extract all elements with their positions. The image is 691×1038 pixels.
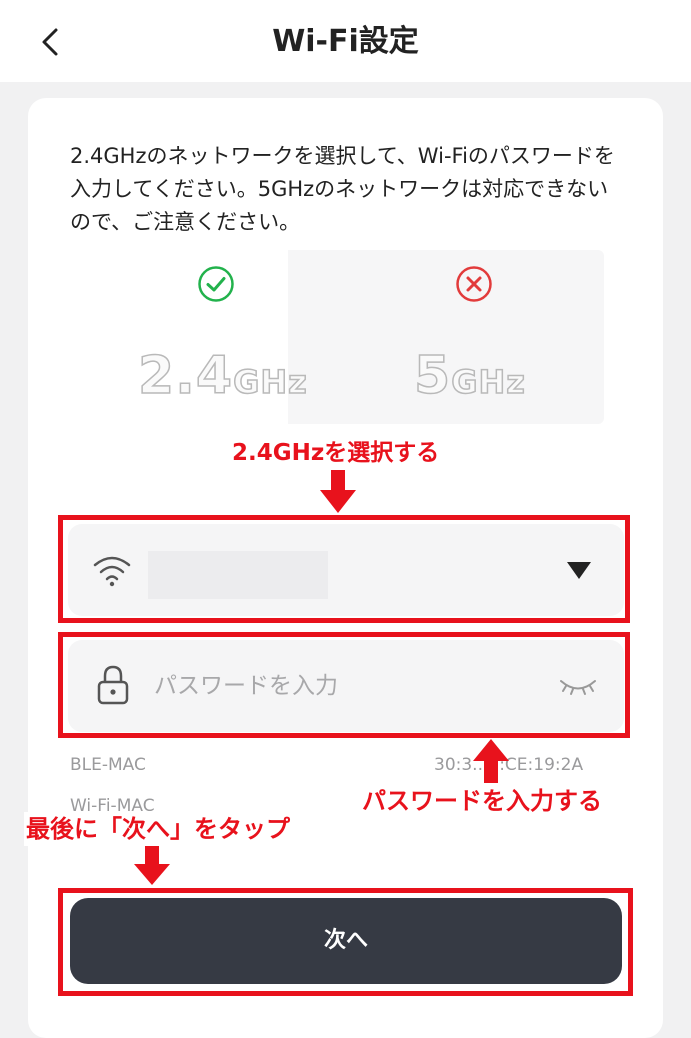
ble-mac-label: BLE-MAC [70,755,146,775]
freq-5ghz-label: 5GHz [413,345,526,407]
annotation-password: パスワードを入力する [360,784,604,818]
arrow-down-icon [134,846,170,885]
check-circle-icon [198,266,234,302]
annotation-select: 2.4GHzを選択する [232,440,440,466]
page-title: Wi-Fi設定 [272,24,419,59]
highlight-next-button [58,888,633,996]
highlight-network-select [58,515,630,623]
cross-circle-icon [456,266,492,302]
highlight-password-input [58,632,630,738]
freq-24ghz-label: 2.4GHz [137,345,308,407]
arrow-down-icon [320,470,356,513]
top-bar: Wi-Fi設定 [0,0,691,82]
arrow-up-icon [473,739,509,783]
annotation-next: 最後に「次へ」をタップ [24,812,292,846]
instruction-text: 2.4GHzのネットワークを選択して、Wi-Fiのパスワードを入力してください。… [70,144,615,234]
